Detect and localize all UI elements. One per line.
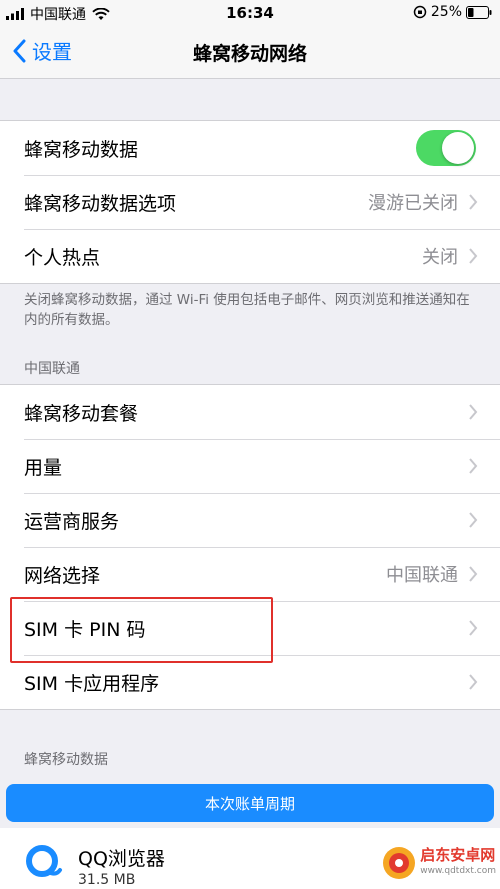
page-title: 蜂窝移动网络 bbox=[192, 43, 307, 65]
cellular-data-label: 蜂窝移动数据 bbox=[24, 138, 139, 161]
battery-icon bbox=[466, 5, 492, 19]
carrier-services-label: 运营商服务 bbox=[24, 510, 120, 533]
sim-applications-row[interactable]: SIM 卡应用程序 bbox=[0, 655, 500, 709]
watermark-url: www.qdtdxt.com bbox=[420, 866, 496, 876]
chevron-right-icon bbox=[469, 620, 478, 636]
battery-area: 25% bbox=[413, 4, 492, 20]
app-name: QQ浏览器 bbox=[78, 848, 165, 870]
chevron-right-icon bbox=[469, 512, 478, 528]
cellular-data-row: 蜂窝移动数据 bbox=[0, 121, 500, 175]
sim-pin-highlight-box bbox=[10, 597, 273, 663]
carrier-section-header: 中国联通 bbox=[24, 361, 80, 377]
chevron-right-icon bbox=[469, 674, 478, 690]
usage-section-header: 蜂窝移动数据 bbox=[24, 752, 108, 768]
watermark-text: 启东安卓网 www.qdtdxt.com bbox=[420, 847, 496, 879]
network-selection-label: 网络选择 bbox=[24, 564, 101, 587]
navigation-bar: 设置 蜂窝移动网络 bbox=[0, 26, 500, 79]
usage-row[interactable]: 用量 bbox=[0, 439, 500, 493]
chevron-right-icon bbox=[469, 194, 478, 210]
network-selection-value: 中国联通 bbox=[386, 565, 458, 586]
cellular-plan-label: 蜂窝移动套餐 bbox=[24, 402, 139, 425]
personal-hotspot-row[interactable]: 个人热点 关闭 bbox=[0, 229, 500, 283]
chevron-right-icon bbox=[469, 404, 478, 420]
sim-applications-label: SIM 卡应用程序 bbox=[24, 672, 160, 695]
roaming-status-value: 漫游已关闭 bbox=[368, 193, 458, 214]
watermark-brand: 启东安卓网 bbox=[420, 846, 496, 864]
chevron-right-icon bbox=[469, 458, 478, 474]
watermark-logo-icon bbox=[383, 847, 416, 879]
cellular-data-options-label: 蜂窝移动数据选项 bbox=[24, 192, 177, 215]
chevron-right-icon bbox=[469, 566, 478, 582]
chevron-right-icon bbox=[469, 248, 478, 264]
billing-cycle-button[interactable]: 本次账单周期 bbox=[6, 784, 494, 822]
network-selection-row[interactable]: 网络选择 中国联通 bbox=[0, 547, 500, 601]
app-data-size: 31.5 MB bbox=[78, 872, 136, 888]
cellular-data-footnote: 关闭蜂窝移动数据，通过 Wi-Fi 使用包括电子邮件、网页浏览和推送通知在内的所… bbox=[24, 292, 470, 328]
rotation-lock-icon bbox=[413, 5, 427, 19]
cellular-data-toggle[interactable] bbox=[416, 130, 476, 166]
personal-hotspot-label: 个人热点 bbox=[24, 246, 101, 269]
toggle-knob bbox=[442, 132, 474, 164]
battery-percent: 25% bbox=[430, 4, 462, 20]
status-bar: 中国联通 16:34 25% bbox=[0, 0, 500, 26]
site-watermark: 启东安卓网 www.qdtdxt.com bbox=[382, 846, 496, 880]
cellular-settings-group: 蜂窝移动数据 蜂窝移动数据选项 漫游已关闭 个人热点 关闭 bbox=[0, 120, 500, 284]
qq-browser-app-icon bbox=[20, 838, 64, 882]
carrier-services-row[interactable]: 运营商服务 bbox=[0, 493, 500, 547]
usage-label: 用量 bbox=[24, 456, 63, 479]
hotspot-status-value: 关闭 bbox=[422, 247, 458, 268]
cellular-data-options-row[interactable]: 蜂窝移动数据选项 漫游已关闭 bbox=[0, 175, 500, 229]
cellular-plan-row[interactable]: 蜂窝移动套餐 bbox=[0, 385, 500, 439]
